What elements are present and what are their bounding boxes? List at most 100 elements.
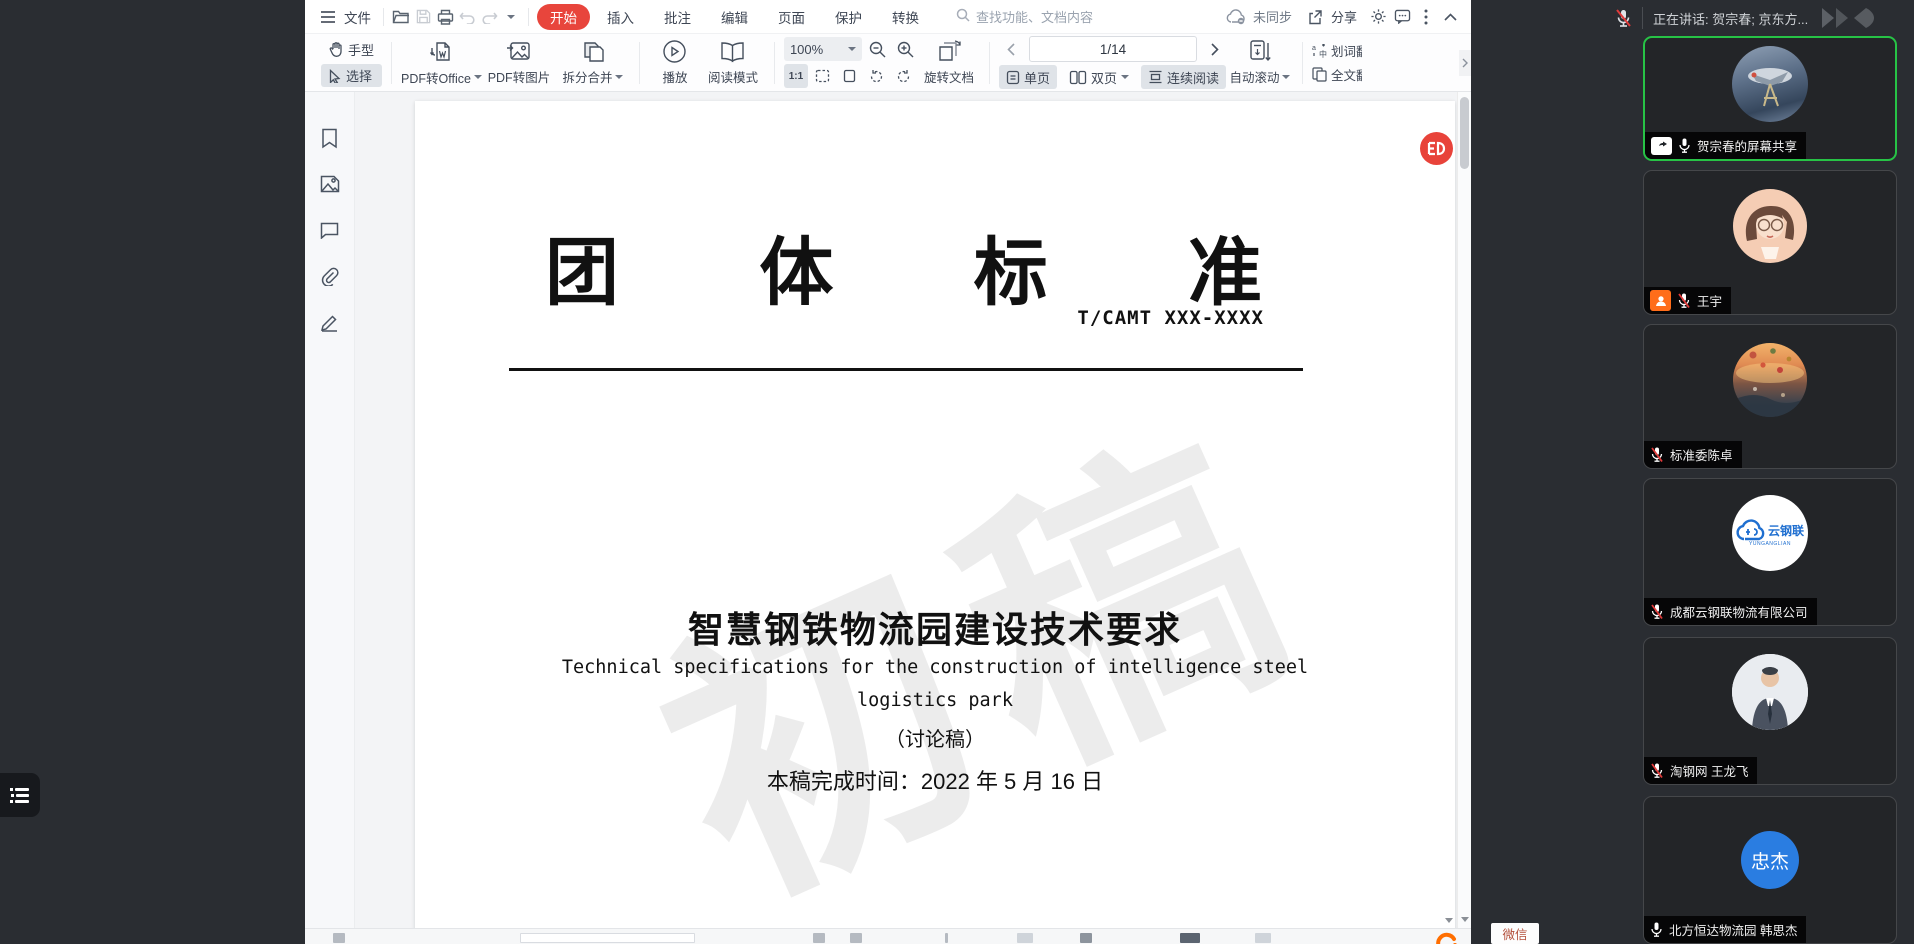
tab-insert[interactable]: 插入 xyxy=(594,4,647,30)
redo-icon[interactable] xyxy=(478,6,500,28)
status-icon[interactable] xyxy=(945,933,948,943)
actual-size-button[interactable]: 1:1 xyxy=(784,64,808,88)
image-panel-icon[interactable] xyxy=(318,172,342,196)
double-page-icon xyxy=(1069,70,1087,85)
page-indicator-input[interactable]: 1/14 xyxy=(1029,36,1197,62)
zoom-level-select[interactable]: 100% xyxy=(784,37,862,61)
cloud-sync-icon[interactable] xyxy=(1226,6,1248,28)
participant-label: 北方恒达物流园 韩思杰 xyxy=(1644,916,1806,943)
rotate-document-button[interactable]: 旋转文档 xyxy=(918,36,980,90)
share-label[interactable]: 分享 xyxy=(1331,7,1357,26)
comment-panel-icon[interactable] xyxy=(318,218,342,242)
ribbon-overflow-arrow[interactable] xyxy=(1459,50,1471,76)
dropdown-caret-icon xyxy=(848,47,856,51)
status-field[interactable] xyxy=(520,933,695,943)
bookmark-icon[interactable] xyxy=(318,126,342,150)
canvas-scroll-down-icon[interactable] xyxy=(1445,918,1453,923)
tab-comment[interactable]: 批注 xyxy=(651,4,704,30)
split-merge-button[interactable]: 拆分合并 xyxy=(556,36,630,90)
avatar-hot-air-balloons xyxy=(1733,343,1807,417)
tab-protect[interactable]: 保护 xyxy=(822,4,875,30)
status-icon[interactable] xyxy=(850,933,862,943)
single-page-button[interactable]: 单页 xyxy=(999,65,1057,89)
continuous-read-button[interactable]: 连续阅读 xyxy=(1141,65,1226,89)
pdf-page[interactable]: 初稿 团 体 标 准 T/CAMT XXX-XXXX 智慧钢铁物流园建设技术要求… xyxy=(415,101,1455,928)
mic-muted-icon xyxy=(1650,447,1664,463)
scrollbar-thumb[interactable] xyxy=(1460,97,1469,169)
attachment-icon[interactable] xyxy=(318,264,342,288)
zoom-level-value: 100% xyxy=(790,42,823,57)
auto-scroll-button[interactable]: 自动滚动 xyxy=(1227,36,1293,90)
search-input[interactable]: 查找功能、文档内容 xyxy=(956,7,1124,26)
tab-convert[interactable]: 转换 xyxy=(879,4,932,30)
zoom-in-button[interactable] xyxy=(894,37,918,61)
translate-group: a中 划词翻译 全文翻译 xyxy=(1312,41,1362,84)
play-button[interactable]: 播放 xyxy=(649,36,701,90)
pdf-to-office-button[interactable]: PDF转Office xyxy=(401,36,482,90)
collapse-ribbon-icon[interactable] xyxy=(1439,6,1461,28)
wps-orange-logo[interactable] xyxy=(1435,931,1457,944)
participant-tile[interactable]: 忠杰 北方恒达物流园 韩思杰 xyxy=(1643,796,1897,944)
participant-label: 王宇 xyxy=(1644,287,1731,314)
participant-name: 标准委陈卓 xyxy=(1670,445,1733,464)
scrollbar-down-arrow[interactable] xyxy=(1461,917,1469,922)
read-mode-button[interactable]: 阅读模式 xyxy=(701,36,765,90)
muted-mic-icon[interactable] xyxy=(1614,8,1633,29)
split-merge-icon xyxy=(581,39,605,64)
feedback-chat-icon[interactable] xyxy=(1391,6,1413,28)
kebab-menu-icon[interactable] xyxy=(1415,6,1437,28)
select-tool-button[interactable]: 选择 xyxy=(321,64,382,87)
fit-width-button[interactable] xyxy=(811,64,835,88)
prev-page-button[interactable] xyxy=(999,37,1023,61)
status-thumbnail-icon[interactable] xyxy=(333,933,345,943)
fit-page-button[interactable] xyxy=(838,64,862,88)
dropdown-caret-icon xyxy=(615,75,623,79)
tab-home[interactable]: 开始 xyxy=(537,4,590,30)
tab-edit[interactable]: 编辑 xyxy=(708,4,761,30)
zoom-out-button[interactable] xyxy=(866,37,890,61)
status-icon[interactable] xyxy=(813,933,825,943)
toolbar-more-caret-icon[interactable] xyxy=(500,6,522,28)
settings-gear-icon[interactable] xyxy=(1367,6,1389,28)
document-canvas[interactable]: 初稿 团 体 标 准 T/CAMT XXX-XXXX 智慧钢铁物流园建设技术要求… xyxy=(355,92,1457,928)
signature-icon[interactable] xyxy=(318,310,342,334)
host-person-icon xyxy=(1650,290,1671,311)
participant-label: 成都云钢联物流有限公司 xyxy=(1644,598,1817,625)
full-translate-button[interactable]: 全文翻译 xyxy=(1312,65,1362,84)
mic-muted-icon xyxy=(1650,604,1664,620)
participant-tile[interactable]: 标准委陈卓 xyxy=(1643,324,1897,469)
rotate-right-button[interactable] xyxy=(892,64,916,88)
standard-category-title: 团 体 标 准 xyxy=(545,213,1262,320)
category-char: 标 xyxy=(974,213,1048,320)
participant-tile[interactable]: 王宇 xyxy=(1643,170,1897,315)
vertical-scrollbar[interactable] xyxy=(1457,92,1471,928)
double-page-button[interactable]: 双页 xyxy=(1062,65,1136,89)
status-icon[interactable] xyxy=(1180,933,1200,943)
speaking-banner-text: 正在讲话: 贺宗春; 京东方... xyxy=(1653,9,1808,28)
status-icon[interactable] xyxy=(1080,933,1092,943)
participant-tile-screen-share[interactable]: 贺宗春的屏幕共享 xyxy=(1643,36,1897,161)
status-icon[interactable] xyxy=(1017,933,1033,943)
mic-muted-icon xyxy=(1677,293,1691,309)
thumbnail-panel-toggle-button[interactable] xyxy=(0,773,40,817)
rotate-left-button[interactable] xyxy=(865,64,889,88)
word-translate-button[interactable]: a中 划词翻译 xyxy=(1312,41,1362,60)
hand-tool-button[interactable]: 手型 xyxy=(321,38,382,61)
file-menu[interactable]: 文件 xyxy=(311,5,377,29)
divider xyxy=(774,42,775,84)
share-icon[interactable] xyxy=(1304,6,1326,28)
next-page-button[interactable] xyxy=(1203,37,1227,61)
print-icon[interactable] xyxy=(434,6,456,28)
tab-page[interactable]: 页面 xyxy=(765,4,818,30)
pdf-to-image-button[interactable]: PDF转图片 xyxy=(482,36,556,90)
open-folder-icon[interactable] xyxy=(390,6,412,28)
participant-tile[interactable]: 云钢联 YUNGANGLIAN 成都云钢联物流有限公司 xyxy=(1643,478,1897,626)
meeting-logo-marks xyxy=(1814,4,1878,32)
participant-tile[interactable]: 淘钢网 王龙飞 xyxy=(1643,637,1897,785)
page-red-badge[interactable] xyxy=(1420,132,1453,165)
wechat-tooltip: 微信 xyxy=(1491,923,1539,944)
title-rule xyxy=(509,368,1303,371)
status-icon[interactable] xyxy=(1255,933,1271,943)
save-icon[interactable] xyxy=(412,6,434,28)
undo-icon[interactable] xyxy=(456,6,478,28)
